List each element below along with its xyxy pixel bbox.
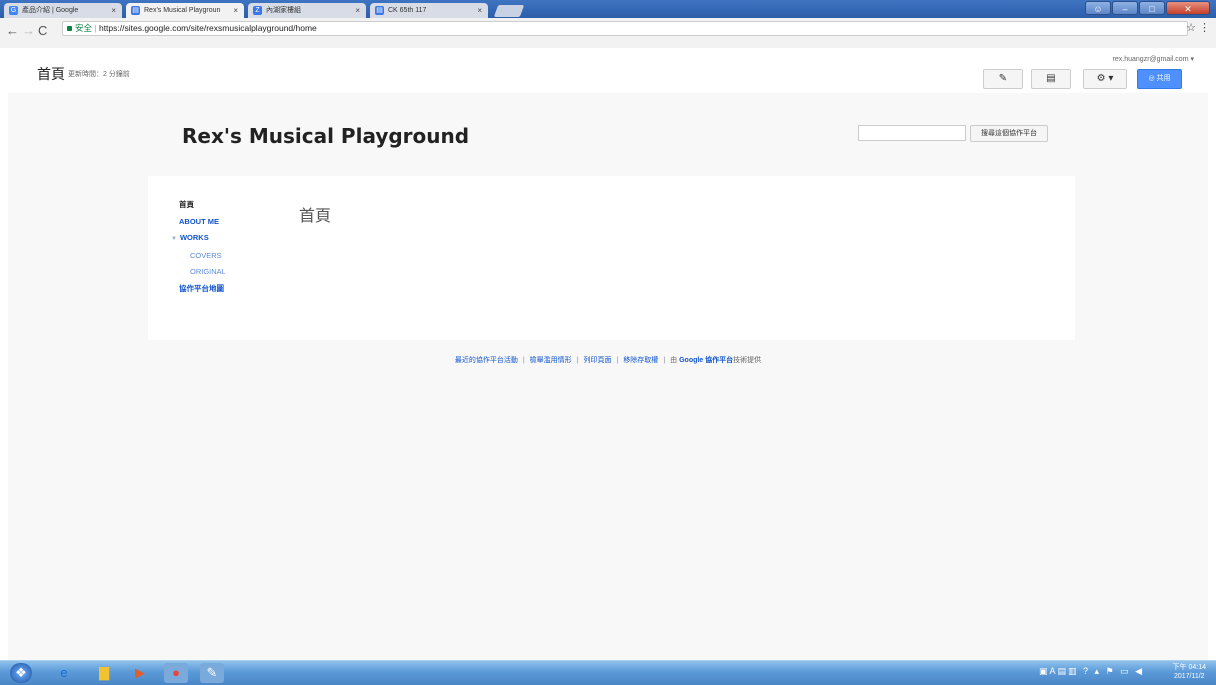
maximize-button[interactable]: □: [1139, 1, 1165, 15]
sidebar-item-about-me[interactable]: ABOUT ME: [179, 214, 226, 231]
back-icon[interactable]: ←: [6, 23, 19, 38]
page-title: 首頁: [37, 67, 65, 83]
url-text: https://sites.google.com/site/rexsmusica…: [98, 23, 317, 33]
content-panel: [148, 176, 1075, 340]
address-bar[interactable]: 安全 | https://sites.google.com/site/rexsm…: [62, 21, 1188, 36]
sidebar-item-works[interactable]: ▼ WORKS: [171, 230, 226, 248]
clock-time: 下午 04:14: [1172, 664, 1206, 671]
browser-toolbar: ← → C 安全 | https://sites.google.com/site…: [0, 18, 1216, 49]
internet-explorer-icon[interactable]: e: [52, 663, 76, 683]
menu-icon[interactable]: ⋮: [1199, 21, 1210, 34]
tab-title: 內湖家樓組: [266, 7, 301, 14]
lock-icon: [67, 26, 72, 31]
browser-tab-active[interactable]: ▤ Rex's Musical Playgroun ×: [126, 3, 244, 18]
report-abuse-link[interactable]: 檢舉濫用情形: [530, 357, 572, 364]
media-player-icon[interactable]: ▶: [128, 663, 152, 683]
browser-tab-strip: G 產品介紹 | Google × ▤ Rex's Musical Playgr…: [0, 0, 1216, 18]
minimize-button[interactable]: –: [1112, 1, 1138, 15]
site-footer: 最近的協作平台活動 | 檢舉濫用情形 | 列印頁面 | 移除存取權 | 由 Google 協作平…: [454, 357, 762, 364]
recent-activity-link[interactable]: 最近的協作平台活動: [455, 357, 518, 364]
close-window-button[interactable]: ✕: [1166, 1, 1210, 15]
zoho-icon: Z: [253, 6, 262, 15]
sites-icon: ▤: [131, 6, 140, 15]
last-updated: 更新時間：2 分鐘前: [68, 71, 130, 78]
pencil-icon: ✎: [998, 73, 1008, 84]
forward-icon[interactable]: →: [22, 23, 35, 38]
new-tab-button[interactable]: [493, 5, 525, 17]
security-label: 安全: [75, 23, 93, 33]
browser-tab[interactable]: ▤ CK 65th 117 ×: [370, 3, 488, 18]
sidebar-item-label: WORKS: [179, 233, 209, 242]
remove-access-link[interactable]: 移除存取權: [623, 357, 658, 364]
gear-icon: ⚙ ▾: [1096, 73, 1114, 84]
share-button[interactable]: ◎ 共用: [1137, 69, 1182, 89]
system-tray[interactable]: ▣A▤▥ ? ▴ ⚑ ▭ ◀: [1039, 666, 1144, 677]
taskbar-clock[interactable]: 下午 04:14 2017/11/2: [1173, 663, 1206, 681]
windows-taskbar: ❖ e ▇ ▶ ● ✎ ▣A▤▥ ? ▴ ⚑ ▭ ◀ 下午 04:14 2017…: [0, 660, 1216, 685]
close-icon[interactable]: ×: [477, 3, 482, 18]
sidebar-item-covers[interactable]: COVERS: [179, 248, 226, 265]
sites-header: 首頁 更新時間：2 分鐘前 rex.huangzr@gmail.com ▾ ✎ …: [0, 48, 1216, 93]
browser-tab[interactable]: Z 內湖家樓組 ×: [248, 3, 366, 18]
chrome-icon[interactable]: ●: [164, 663, 188, 683]
site-search-button[interactable]: 搜尋這個協作平台: [970, 125, 1048, 142]
google-sites-link[interactable]: Google 協作平台: [679, 357, 733, 364]
close-icon[interactable]: ×: [355, 3, 360, 18]
start-button[interactable]: ❖: [10, 663, 32, 683]
print-page-link[interactable]: 列印頁面: [583, 357, 611, 364]
share-label: 共用: [1156, 75, 1171, 82]
sidebar-nav: 首頁 ABOUT ME ▼ WORKS COVERS ORIGINAL 協作平台地…: [171, 197, 226, 298]
sidebar-item-original[interactable]: ORIGINAL: [179, 264, 226, 281]
site-title[interactable]: Rex's Musical Playground: [182, 124, 469, 148]
bookmark-star-icon[interactable]: ☆: [1186, 21, 1196, 34]
user-icon[interactable]: ☺: [1085, 1, 1111, 15]
triangle-down-icon[interactable]: ▼: [171, 236, 177, 242]
paint-icon[interactable]: ✎: [200, 663, 224, 683]
google-icon: G: [9, 6, 18, 15]
tab-title: Rex's Musical Playgroun: [144, 7, 221, 14]
reload-icon[interactable]: C: [38, 23, 47, 38]
window-controls: ☺ – □ ✕: [1085, 1, 1210, 15]
sidebar-item-home[interactable]: 首頁: [179, 197, 226, 214]
powered-by-prefix: 由: [670, 357, 678, 364]
main-heading: 首頁: [299, 206, 332, 225]
account-menu[interactable]: rex.huangzr@gmail.com ▾: [1113, 55, 1194, 63]
clock-date: 2017/11/2: [1173, 673, 1205, 680]
new-page-icon: ▤: [1046, 73, 1056, 84]
globe-icon: ◎: [1148, 75, 1155, 82]
close-icon[interactable]: ×: [233, 3, 238, 18]
file-explorer-icon[interactable]: ▇: [92, 663, 116, 683]
sidebar-item-sitemap[interactable]: 協作平台地圖: [179, 281, 226, 298]
site-search-input[interactable]: [858, 125, 966, 141]
tab-title: 產品介紹 | Google: [22, 7, 79, 14]
more-actions-button[interactable]: ⚙ ▾: [1083, 69, 1127, 89]
new-page-button[interactable]: ▤: [1031, 69, 1071, 89]
powered-by-suffix: 技術提供: [733, 357, 762, 364]
close-icon[interactable]: ×: [111, 3, 116, 18]
sites-icon: ▤: [375, 6, 384, 15]
browser-tab[interactable]: G 產品介紹 | Google ×: [4, 3, 122, 18]
edit-page-button[interactable]: ✎: [983, 69, 1023, 89]
tab-title: CK 65th 117: [388, 7, 427, 14]
